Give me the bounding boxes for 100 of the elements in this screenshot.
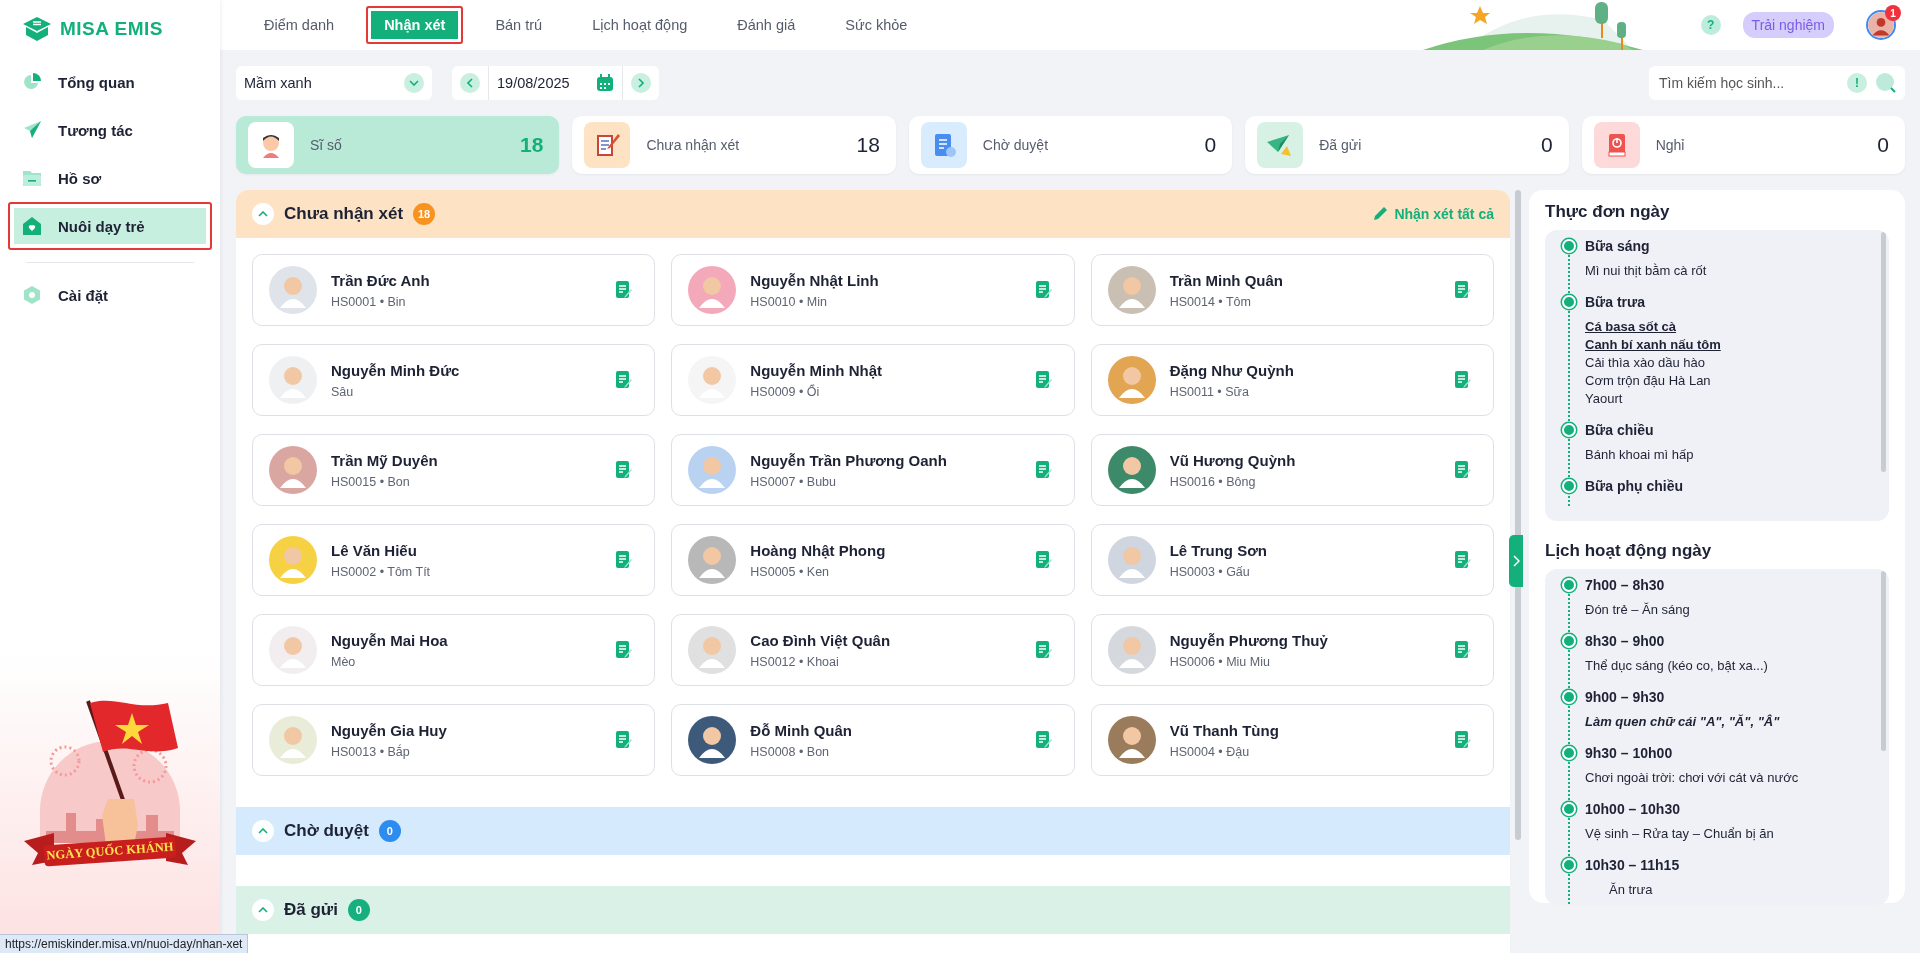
comment-icon[interactable] (1453, 370, 1473, 390)
comment-icon[interactable] (1033, 460, 1054, 480)
comment-icon[interactable] (1033, 640, 1054, 660)
tab[interactable]: Sức khỏe (831, 10, 922, 40)
student-info: HS0011 • Sữa (1169, 384, 1250, 399)
student-name: Nguyễn Nhật Linh (750, 271, 880, 289)
student-card[interactable]: Vũ Thanh Tùng HS0004 • Đậu (1090, 704, 1494, 776)
logo-icon (22, 16, 52, 42)
collapse-panel-button[interactable] (1509, 535, 1523, 587)
timeline-dot (1562, 423, 1576, 437)
student-name: Trần Đức Anh (331, 271, 431, 289)
activity-text: Thể dục sáng (kéo co, bật xa...) (1585, 657, 1768, 675)
next-day-button[interactable] (630, 73, 651, 93)
student-card[interactable]: Lê Trung Sơn HS0003 • Gấu (1090, 524, 1494, 596)
comment-icon[interactable] (1453, 640, 1473, 660)
collapse-toggle[interactable] (252, 899, 274, 921)
comment-icon[interactable] (1033, 280, 1054, 300)
activity-text: Làm quen chữ cái "A", "Ă", "Â" (1585, 713, 1780, 731)
collapse-toggle[interactable] (252, 203, 274, 225)
comment-icon[interactable] (1033, 370, 1054, 390)
collapse-toggle[interactable] (252, 820, 274, 842)
student-card[interactable]: Nguyễn Nhật Linh HS0010 • Min (671, 254, 1075, 326)
comment-icon[interactable] (614, 550, 635, 570)
avatar-icon (1107, 356, 1156, 404)
sidebar-item[interactable]: Nuôi dạy trẻ (8, 202, 212, 250)
stat-value: 0 (1877, 133, 1890, 157)
comment-icon[interactable] (614, 460, 635, 480)
tab[interactable]: Lịch hoạt động (578, 10, 702, 40)
student-card[interactable]: Trần Đức Anh HS0001 • Bin (252, 254, 656, 326)
comment-icon[interactable] (614, 730, 635, 750)
student-name: Nguyễn Trần Phương Oanh (750, 451, 948, 469)
student-info: Sâu (331, 384, 355, 399)
meal-name: Bữa trưa (1585, 293, 1646, 312)
comment-icon[interactable] (614, 280, 635, 300)
comment-icon[interactable] (1453, 730, 1473, 750)
stat-label: Chưa nhận xét (646, 137, 741, 153)
search-icon[interactable] (1875, 72, 1897, 94)
tab[interactable]: Bán trú (481, 10, 557, 40)
comment-icon[interactable] (1453, 280, 1473, 300)
tab[interactable]: Điểm danh (250, 10, 349, 40)
student-card[interactable]: Vũ Hương Quỳnh HS0016 • Bông (1090, 434, 1494, 506)
chevron-up-icon (258, 907, 268, 913)
chevron-right-icon (637, 78, 644, 88)
student-card[interactable]: Nguyễn Minh Nhật HS0009 • Ổi (671, 344, 1075, 416)
student-card[interactable]: Nguyễn Gia Huy HS0013 • Bắp (252, 704, 656, 776)
chevron-right-icon (1512, 555, 1520, 567)
stat-label: Sĩ số (310, 137, 343, 153)
sidebar-item[interactable]: Tổng quan (8, 58, 212, 106)
avatar-icon (688, 626, 737, 674)
time-range: 10h30 – 11h15 (1585, 856, 1681, 875)
comment-icon[interactable] (1033, 550, 1054, 570)
student-card[interactable]: Nguyễn Trần Phương Oanh HS0007 • Bubu (671, 434, 1075, 506)
dish-text: Yaourt (1585, 390, 1623, 408)
sidebar-item[interactable]: Cài đặt (8, 271, 212, 319)
timeline-dot (1562, 690, 1576, 704)
stat-card[interactable]: Chưa nhận xét 18 (572, 116, 896, 174)
student-name: Trần Minh Quân (1169, 271, 1284, 289)
stat-card[interactable]: Nghỉ 0 (1581, 116, 1906, 174)
student-card[interactable]: Nguyễn Phương Thuỷ HS0006 • Miu Miu (1090, 614, 1494, 686)
timeline-dot (1562, 634, 1576, 648)
stat-card[interactable]: Sĩ số 18 (236, 116, 560, 174)
student-card[interactable]: Lê Văn Hiếu HS0002 • Tôm Tít (252, 524, 656, 596)
student-card[interactable]: Hoàng Nhật Phong HS0005 • Ken (671, 524, 1075, 596)
avatar-icon (269, 626, 317, 674)
comment-icon[interactable] (1453, 550, 1473, 570)
dish-text: Cơm trộn đậu Hà Lan (1585, 372, 1711, 390)
stat-card[interactable]: Đã gửi 0 (1245, 116, 1569, 174)
stat-card[interactable]: Chờ duyệt 0 (908, 116, 1233, 174)
student-info: HS0013 • Bắp (331, 744, 411, 759)
student-card[interactable]: Trần Mỹ Duyên HS0015 • Bon (252, 434, 656, 506)
house-heart-icon (22, 216, 42, 236)
timeline-dot (1562, 479, 1576, 493)
student-card[interactable]: Cao Đình Việt Quân HS0012 • Khoai (671, 614, 1075, 686)
chevron-down-icon (409, 80, 419, 86)
student-card[interactable]: Đỗ Minh Quân HS0008 • Bon (671, 704, 1075, 776)
student-card[interactable]: Nguyễn Mai Hoa Mèo (252, 614, 656, 686)
class-select[interactable]: Mầm xanh (236, 66, 432, 100)
tab[interactable]: Đánh giá (723, 10, 810, 40)
student-name: Cao Đình Việt Quân (750, 631, 892, 649)
student-name: Lê Trung Sơn (1169, 541, 1268, 559)
count-badge: 0 (378, 820, 401, 842)
logo-text: MISA EMIS (60, 18, 164, 40)
student-card[interactable]: Đặng Như Quỳnh HS0011 • Sữa (1090, 344, 1494, 416)
student-name: Hoàng Nhật Phong (750, 541, 887, 559)
comment-icon[interactable] (1453, 460, 1473, 480)
time-range: 8h30 – 9h00 (1585, 632, 1666, 651)
avatar-icon (269, 266, 317, 314)
sidebar-item[interactable]: Hồ sơ (8, 154, 212, 202)
comment-icon[interactable] (1033, 730, 1054, 750)
student-name: Trần Mỹ Duyên (331, 451, 439, 469)
sidebar-item[interactable]: Tương tác (8, 106, 212, 154)
avatar-icon (688, 716, 737, 764)
previous-day-button[interactable] (460, 73, 480, 93)
student-card[interactable]: Nguyễn Minh Đức Sâu (252, 344, 656, 416)
comment-icon[interactable] (614, 370, 635, 390)
student-name: Đỗ Minh Quân (750, 721, 853, 739)
student-info: HS0001 • Bin (331, 294, 407, 309)
avatar-icon (688, 266, 737, 314)
comment-icon[interactable] (614, 640, 635, 660)
student-card[interactable]: Trần Minh Quân HS0014 • Tôm (1090, 254, 1494, 326)
